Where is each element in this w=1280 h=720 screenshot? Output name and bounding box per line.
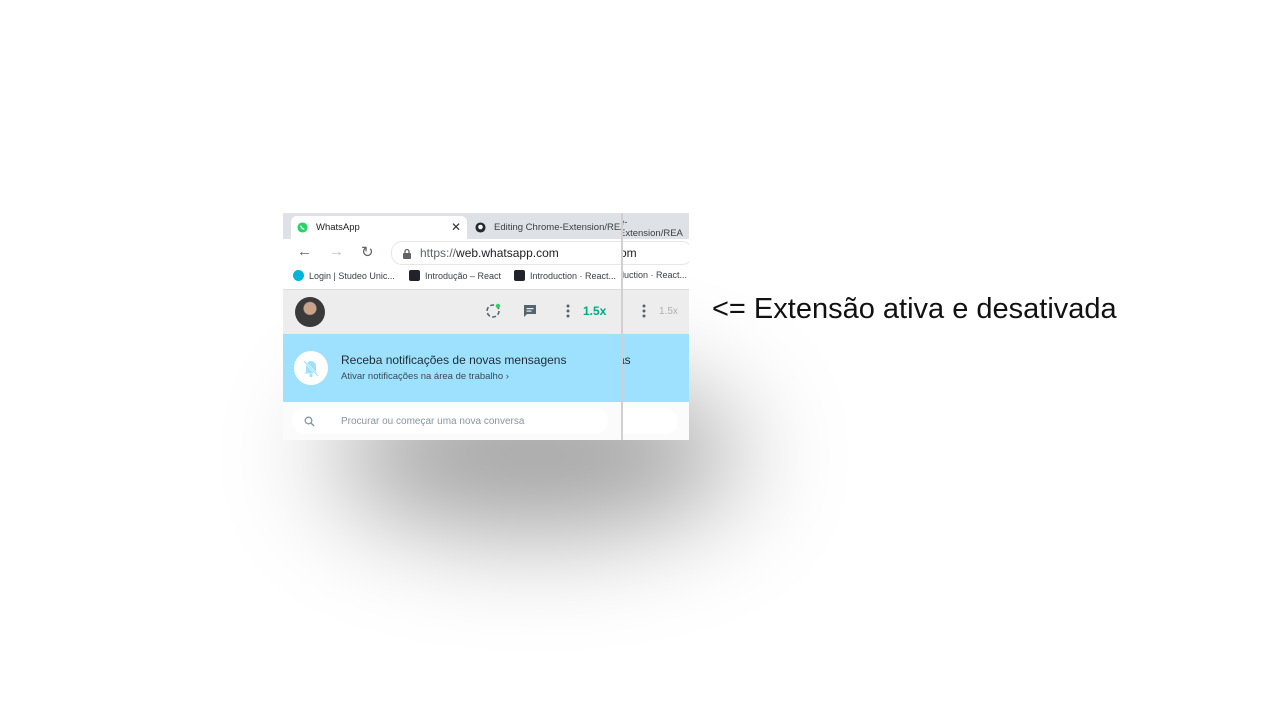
- bookmark-react-pt[interactable]: Introdução – React: [409, 270, 501, 281]
- speed-button-inactive[interactable]: 1.5x: [659, 306, 678, 317]
- search-placeholder: Procurar ou começar uma nova conversa: [341, 415, 525, 427]
- caption-text: <= Extensão ativa e desativada: [712, 293, 1117, 325]
- menu-dots-icon[interactable]: [636, 303, 652, 319]
- speed-button-active[interactable]: 1.5x: [583, 304, 606, 318]
- tab-title-back: e-Extension/REA: [619, 216, 683, 239]
- status-icon[interactable]: [485, 303, 501, 319]
- url-host: web.whatsapp.com: [456, 246, 559, 260]
- browser-screenshot: e-Extension/REA om duction · React... 1.…: [283, 213, 689, 440]
- avatar[interactable]: [295, 297, 325, 327]
- chevron-right-icon: ›: [505, 371, 509, 382]
- tab-github-front[interactable]: Editing Chrome-Extension/REA: [469, 216, 623, 239]
- bookmarks-bar: Login | Studeo Unic... Introdução – Reac…: [283, 265, 621, 290]
- github-favicon: [475, 222, 486, 233]
- react-icon: [514, 270, 525, 281]
- menu-dots-icon[interactable]: [560, 303, 576, 319]
- bell-off-icon: [294, 351, 328, 385]
- reload-icon[interactable]: ↻: [361, 243, 374, 261]
- react-icon: [409, 270, 420, 281]
- banner-subtitle-link[interactable]: Ativar notificações na área de trabalho …: [341, 371, 509, 382]
- url-scheme: https://: [420, 246, 457, 260]
- banner-title: Receba notificações de novas mensagens: [341, 353, 567, 367]
- tab-title: WhatsApp: [316, 222, 360, 233]
- search-icon: [304, 416, 315, 426]
- forward-arrow-icon[interactable]: →: [329, 243, 344, 260]
- search-area: Procurar ou começar uma nova conversa: [283, 402, 621, 440]
- bookmark-back[interactable]: duction · React...: [619, 270, 687, 280]
- notification-banner[interactable]: Receba notificações de novas mensagens A…: [283, 334, 621, 402]
- address-bar[interactable]: https://web.whatsapp.com: [391, 241, 621, 265]
- lock-icon: [403, 248, 411, 259]
- wa-header: 1.5x: [283, 290, 621, 334]
- active-extension-layer: WhatsApp ✕ Editing Chrome-Extension/REA …: [283, 213, 623, 440]
- new-chat-icon[interactable]: [522, 303, 538, 319]
- tab-strip-front: WhatsApp ✕ Editing Chrome-Extension/REA: [283, 213, 623, 239]
- bookmark-studeo[interactable]: Login | Studeo Unic...: [293, 270, 395, 281]
- bookmark-react-en[interactable]: Introduction · React...: [514, 270, 616, 281]
- toolbar: ← → ↻ https://web.whatsapp.com: [283, 239, 621, 265]
- tab-title-github: Editing Chrome-Extension/REA: [494, 222, 623, 233]
- close-icon[interactable]: ✕: [451, 220, 461, 234]
- tab-whatsapp[interactable]: WhatsApp ✕: [291, 216, 467, 239]
- back-arrow-icon[interactable]: ←: [297, 243, 312, 260]
- studeo-icon: [293, 270, 304, 281]
- search-input[interactable]: Procurar ou começar uma nova conversa: [292, 408, 608, 434]
- whatsapp-favicon: [297, 222, 308, 233]
